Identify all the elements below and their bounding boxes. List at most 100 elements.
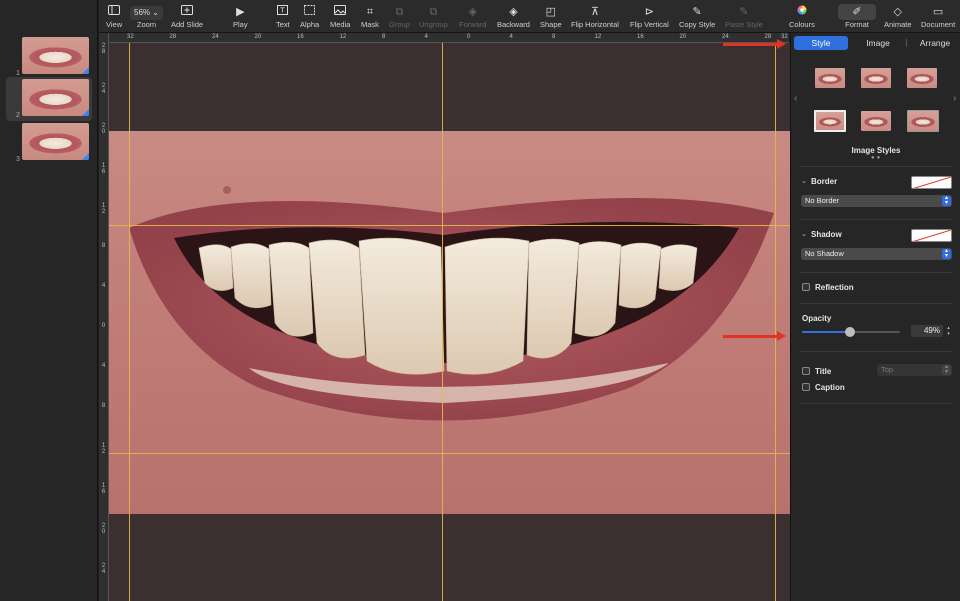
corner-badge-icon bbox=[82, 109, 89, 116]
section-divider bbox=[799, 403, 953, 404]
section-divider bbox=[799, 166, 953, 167]
ruler-tick-label: 4 bbox=[424, 34, 428, 40]
alpha-button[interactable]: Alpha bbox=[300, 4, 319, 29]
image-style-preset[interactable] bbox=[815, 68, 845, 88]
vertical-ruler: 28 24 20 16 12 8 4 0 4 8 12 16 20 24 bbox=[99, 33, 109, 601]
opacity-slider[interactable] bbox=[802, 327, 900, 337]
ruler-tick-label: 12 bbox=[594, 34, 602, 40]
flip-horizontal-label: Flip Horizontal bbox=[571, 20, 619, 29]
ruler-tick-label: 12 bbox=[101, 203, 106, 215]
tab-arrange[interactable]: Arrange bbox=[908, 36, 960, 50]
reflection-checkbox[interactable] bbox=[802, 283, 810, 291]
backward-button[interactable]: ◈ Backward bbox=[497, 4, 530, 29]
backward-label: Backward bbox=[497, 20, 530, 29]
media-button[interactable]: Media bbox=[330, 4, 350, 29]
alignment-guide-vertical bbox=[775, 43, 776, 601]
skin-mark bbox=[223, 186, 231, 194]
media-label: Media bbox=[330, 20, 351, 29]
title-checkbox[interactable] bbox=[802, 367, 810, 375]
ungroup-button[interactable]: ⧉ Ungroup bbox=[419, 4, 448, 29]
group-button[interactable]: ⧉ Group bbox=[389, 4, 410, 29]
ruler-tick-label: 24 bbox=[212, 34, 219, 40]
chevron-down-icon[interactable]: ⌄ bbox=[801, 177, 807, 185]
section-divider bbox=[799, 272, 953, 273]
annotation-arrow-opacity bbox=[723, 331, 786, 341]
zoom-button[interactable]: 56% ⌄ Zoom bbox=[130, 4, 163, 29]
ruler-tick-label: 8 bbox=[552, 34, 556, 40]
caption-checkbox[interactable] bbox=[802, 383, 810, 391]
border-label: Border bbox=[811, 177, 838, 186]
shadow-colour-swatch[interactable] bbox=[911, 229, 952, 242]
tab-divider bbox=[906, 39, 907, 47]
flip-horizontal-button[interactable]: ⊼ Flip Horizontal bbox=[571, 4, 619, 29]
chevron-down-icon: ⌄ bbox=[152, 8, 159, 17]
tab-image[interactable]: Image bbox=[851, 36, 905, 50]
chevron-left-icon[interactable]: ‹ bbox=[794, 93, 797, 104]
animate-label: Animate bbox=[884, 20, 912, 29]
ruler-tick-label: 20 bbox=[101, 123, 106, 135]
document-button[interactable]: ▭ Document bbox=[921, 4, 955, 29]
opacity-slider-knob[interactable] bbox=[845, 327, 856, 337]
paste-style-label: Paste Style bbox=[725, 20, 763, 29]
colours-button[interactable]: Colours bbox=[789, 4, 815, 29]
title-position-select[interactable]: Top ▴ ▾ bbox=[877, 364, 952, 376]
ruler-tick-label: 24 bbox=[722, 34, 729, 40]
opacity-label: Opacity bbox=[802, 314, 832, 323]
svg-text:T: T bbox=[280, 7, 286, 15]
flip-vertical-button[interactable]: ⊳ Flip Vertical bbox=[630, 4, 669, 29]
group-label: Group bbox=[389, 20, 410, 29]
section-divider bbox=[799, 303, 953, 304]
toolbar: View 56% ⌄ Zoom Add Slide ▶ Play T Text … bbox=[99, 0, 960, 33]
ruler-tick-label: 8 bbox=[101, 403, 106, 409]
colours-label: Colours bbox=[789, 20, 815, 29]
chevron-right-icon[interactable]: › bbox=[953, 93, 956, 104]
opacity-stepper[interactable]: ▴ ▾ bbox=[945, 325, 952, 337]
border-style-select[interactable]: No Border ▴ ▾ bbox=[801, 195, 952, 207]
send-backward-icon: ◈ bbox=[509, 6, 518, 18]
reflection-label: Reflection bbox=[815, 283, 854, 292]
forward-button[interactable]: ◈ Forward bbox=[459, 4, 487, 29]
ruler-tick-label: 8 bbox=[382, 34, 386, 40]
animate-button[interactable]: ◇ Animate bbox=[884, 4, 912, 29]
alignment-guide-vertical bbox=[129, 43, 130, 601]
ungroup-label: Ungroup bbox=[419, 20, 448, 29]
text-button[interactable]: T Text bbox=[276, 4, 290, 29]
image-style-preset[interactable] bbox=[907, 110, 939, 132]
border-colour-swatch[interactable] bbox=[911, 176, 952, 189]
shadow-style-select[interactable]: No Shadow ▴ ▾ bbox=[801, 248, 952, 260]
forward-label: Forward bbox=[459, 20, 487, 29]
image-style-preset[interactable] bbox=[907, 68, 937, 88]
smile-photo[interactable] bbox=[109, 43, 790, 601]
alignment-guide-vertical bbox=[442, 43, 443, 601]
ruler-tick-label: 24 bbox=[101, 563, 106, 575]
format-button[interactable]: ✐ Format bbox=[838, 4, 876, 29]
view-button[interactable]: View bbox=[106, 4, 122, 29]
text-box-icon: T bbox=[276, 4, 290, 20]
play-button[interactable]: ▶ Play bbox=[233, 4, 248, 29]
image-style-preset[interactable] bbox=[861, 68, 891, 88]
ruler-tick-label: 16 bbox=[101, 483, 106, 495]
add-slide-button[interactable]: Add Slide bbox=[171, 4, 203, 29]
opacity-value-field[interactable]: 49% bbox=[911, 325, 943, 337]
alignment-guide-horizontal bbox=[109, 225, 790, 226]
slide-thumbnail-3[interactable]: 3 bbox=[0, 121, 98, 165]
slide-canvas[interactable] bbox=[109, 43, 790, 601]
ruler-tick-label: 12 bbox=[339, 34, 347, 40]
slide-thumbnail-2[interactable]: 2 bbox=[6, 77, 92, 121]
tab-style[interactable]: Style bbox=[794, 36, 848, 50]
image-style-preset[interactable] bbox=[861, 111, 891, 131]
shadow-label: Shadow bbox=[811, 230, 842, 239]
image-style-preset[interactable] bbox=[814, 110, 846, 132]
slide-thumbnail-1[interactable]: 1 bbox=[0, 35, 98, 79]
updown-chevron-icon: ▴ ▾ bbox=[942, 364, 951, 375]
chevron-down-icon[interactable]: ⌄ bbox=[801, 230, 807, 238]
shape-button[interactable]: ◰ Shape bbox=[540, 4, 562, 29]
add-slide-icon bbox=[171, 4, 203, 20]
annotation-arrow-style-tab bbox=[723, 39, 786, 49]
copy-style-button[interactable]: ✎ Copy Style bbox=[679, 4, 715, 29]
format-label: Format bbox=[845, 20, 869, 29]
mask-button[interactable]: ⌗ Mask bbox=[361, 4, 379, 29]
ruler-tick-label: 0 bbox=[467, 34, 471, 40]
paste-style-button[interactable]: ✎ Paste Style bbox=[725, 4, 763, 29]
sidebar-icon bbox=[106, 4, 122, 20]
